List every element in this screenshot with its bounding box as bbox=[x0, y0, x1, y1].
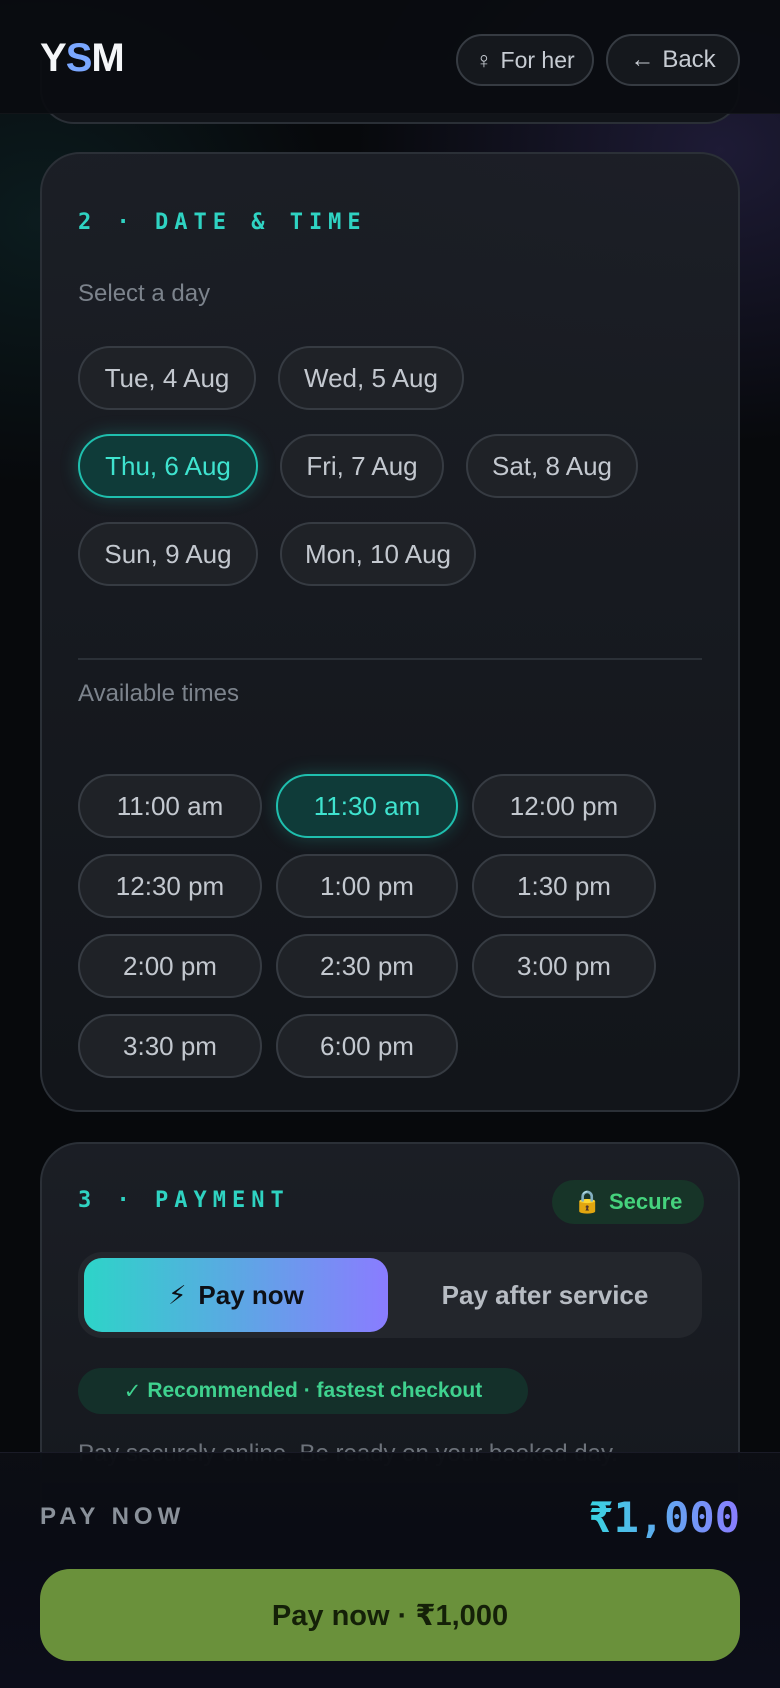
logo-letter-s: S bbox=[65, 36, 93, 80]
day-chip-sun-9[interactable]: Sun, 9 Aug bbox=[78, 522, 258, 586]
total-amount: ₹1,000 bbox=[588, 1493, 740, 1542]
pay-now-option[interactable]: ⚡ Pay now bbox=[84, 1258, 388, 1332]
time-slot-1500[interactable]: 3:00 pm bbox=[472, 934, 656, 998]
time-slot-1330[interactable]: 1:30 pm bbox=[472, 854, 656, 918]
female-icon: ♀ bbox=[475, 46, 493, 73]
day-chip-thu-6[interactable]: Thu, 6 Aug bbox=[78, 434, 258, 498]
time-slot-1130[interactable]: 11:30 am bbox=[276, 774, 458, 838]
day-chip-sat-8[interactable]: Sat, 8 Aug bbox=[466, 434, 638, 498]
time-slot-1100[interactable]: 11:00 am bbox=[78, 774, 262, 838]
time-slot-1800[interactable]: 6:00 pm bbox=[276, 1014, 458, 1078]
pay-after-service-option[interactable]: Pay after service bbox=[394, 1258, 696, 1332]
checkmark-icon: ✓ bbox=[123, 1379, 142, 1403]
lightning-icon: ⚡ bbox=[168, 1279, 187, 1310]
secure-label: Secure bbox=[609, 1189, 683, 1214]
pay-now-option-label: Pay now bbox=[198, 1279, 304, 1310]
select-day-label: Select a day bbox=[78, 280, 211, 307]
time-slot-1230[interactable]: 12:30 pm bbox=[78, 854, 262, 918]
recommended-label: Recommended · fastest checkout bbox=[147, 1379, 483, 1402]
day-chip-fri-7[interactable]: Fri, 7 Aug bbox=[280, 434, 444, 498]
recommended-badge: ✓ Recommended · fastest checkout bbox=[78, 1368, 528, 1414]
back-label: Back bbox=[662, 46, 716, 73]
arrow-left-icon: ← bbox=[630, 46, 655, 73]
day-chip-wed-5[interactable]: Wed, 5 Aug bbox=[278, 346, 464, 410]
payment-method-toggle: ⚡ Pay now Pay after service bbox=[78, 1252, 702, 1338]
logo-letter-y: Y bbox=[40, 36, 67, 80]
time-slot-1300[interactable]: 1:00 pm bbox=[276, 854, 458, 918]
date-time-card: 2 · DATE & TIME Select a day Tue, 4 Aug … bbox=[40, 152, 740, 1112]
day-chip-mon-10[interactable]: Mon, 10 Aug bbox=[280, 522, 476, 586]
time-slot-1400[interactable]: 2:00 pm bbox=[78, 934, 262, 998]
divider bbox=[78, 658, 702, 660]
for-her-label: For her bbox=[500, 46, 575, 73]
secure-badge: 🔒 Secure bbox=[552, 1180, 704, 1224]
available-times-label: Available times bbox=[78, 680, 239, 707]
pay-after-service-label: Pay after service bbox=[441, 1279, 649, 1310]
for-her-button[interactable]: ♀ For her bbox=[456, 34, 594, 86]
checkout-bar: PAY NOW ₹1,000 Pay now · ₹1,000 bbox=[0, 1452, 780, 1688]
day-chip-tue-4[interactable]: Tue, 4 Aug bbox=[78, 346, 256, 410]
logo-letter-m: M bbox=[91, 36, 124, 80]
logo[interactable]: YSM bbox=[40, 36, 125, 81]
pay-now-button[interactable]: Pay now · ₹1,000 bbox=[40, 1569, 740, 1661]
pay-now-label: PAY NOW bbox=[40, 1503, 186, 1530]
date-time-title: 2 · DATE & TIME bbox=[78, 210, 367, 235]
back-button[interactable]: ← Back bbox=[606, 34, 740, 86]
time-slot-1430[interactable]: 2:30 pm bbox=[276, 934, 458, 998]
payment-title: 3 · PAYMENT bbox=[78, 1188, 290, 1213]
time-slot-1200[interactable]: 12:00 pm bbox=[472, 774, 656, 838]
app-header: YSM ♀ For her ← Back bbox=[0, 0, 780, 114]
lock-icon: 🔒 bbox=[573, 1189, 601, 1214]
time-slot-1530[interactable]: 3:30 pm bbox=[78, 1014, 262, 1078]
